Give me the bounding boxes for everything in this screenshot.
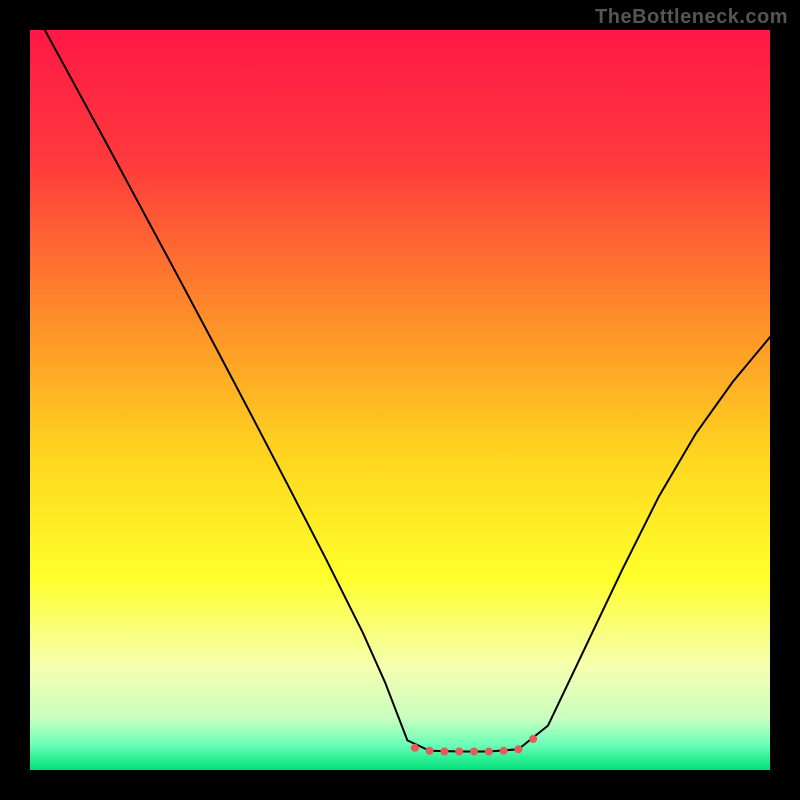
marker-dot <box>470 748 478 756</box>
marker-dot <box>514 745 522 753</box>
gradient-background <box>30 30 770 770</box>
marker-dot <box>440 748 448 756</box>
plot-area <box>30 30 770 770</box>
marker-dot <box>426 747 434 755</box>
chart-svg <box>30 30 770 770</box>
marker-dot <box>455 748 463 756</box>
chart-frame: TheBottleneck.com <box>0 0 800 800</box>
marker-dot <box>500 747 508 755</box>
watermark-text: TheBottleneck.com <box>595 6 788 29</box>
marker-dot <box>411 744 419 752</box>
marker-dot <box>529 735 537 743</box>
marker-dot <box>485 748 493 756</box>
